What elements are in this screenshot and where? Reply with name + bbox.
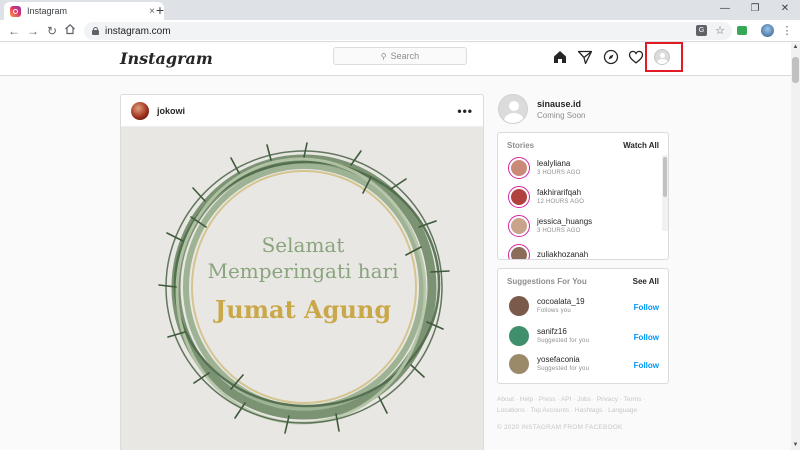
follow-button[interactable]: Follow — [634, 333, 659, 342]
post-text-line3: Jumat Agung — [214, 295, 392, 324]
suggestions-title: Suggestions For You — [507, 277, 587, 286]
current-user-status: Coming Soon — [537, 111, 586, 120]
scroll-down-icon[interactable]: ▼ — [791, 441, 800, 450]
story-avatar — [508, 215, 530, 237]
search-placeholder: Search — [390, 51, 420, 61]
more-options-icon[interactable]: ••• — [457, 104, 473, 118]
activity-heart-icon[interactable] — [628, 49, 644, 65]
story-time: 3 HOURS AGO — [537, 169, 581, 176]
reload-icon[interactable]: ↻ — [44, 23, 60, 39]
suggestion-username[interactable]: sanifz16 — [537, 327, 589, 337]
browser-tab[interactable]: Instagram × — [4, 2, 164, 20]
story-avatar — [508, 186, 530, 208]
browser-profile-icon[interactable] — [761, 24, 774, 37]
suggestion-avatar[interactable] — [508, 295, 530, 317]
story-time: 3 HOURS AGO — [537, 227, 581, 234]
scroll-thumb[interactable] — [792, 57, 799, 83]
story-item[interactable]: fakhirarifqah 12 HOURS AGO — [508, 186, 584, 208]
close-window-button[interactable]: ✕ — [770, 0, 800, 20]
maximize-button[interactable]: ❐ — [740, 0, 770, 20]
instagram-favicon-icon — [10, 5, 21, 17]
watch-all-link[interactable]: Watch All — [623, 141, 659, 150]
suggestion-username[interactable]: cocoalata_19 — [537, 297, 585, 307]
suggestion-reason: Suggested for you — [537, 337, 590, 344]
stories-scrollbar[interactable] — [662, 155, 668, 231]
suggestion-item: yosefaconia Suggested for you — [508, 353, 589, 375]
post-text-line1: Selamat — [261, 233, 345, 257]
direct-message-icon[interactable] — [577, 49, 593, 65]
extension-icon[interactable] — [737, 26, 747, 35]
explore-icon[interactable] — [603, 49, 619, 65]
bookmark-star-icon[interactable]: ☆ — [712, 23, 728, 39]
story-username: zuliakhozanah — [537, 250, 589, 259]
suggestion-username[interactable]: yosefaconia — [537, 355, 589, 365]
suggestions-card: Suggestions For You See All cocoalata_19… — [497, 268, 669, 384]
suggestion-avatar[interactable] — [508, 353, 530, 375]
browser-tab-bar: Instagram × + — ❐ ✕ — [0, 0, 800, 20]
scroll-up-icon[interactable]: ▲ — [791, 43, 800, 52]
minimize-button[interactable]: — — [710, 0, 740, 20]
story-avatar — [508, 244, 530, 259]
search-input[interactable]: ⚲ Search — [333, 47, 467, 65]
lock-icon — [92, 27, 99, 35]
profile-avatar-icon[interactable] — [654, 49, 670, 65]
forward-arrow-icon[interactable]: → — [25, 23, 41, 39]
translate-icon[interactable]: G — [696, 25, 707, 36]
address-bar[interactable]: instagram.com — [84, 22, 732, 40]
story-username: lealyliana — [537, 158, 571, 168]
story-username: fakhirarifqah — [537, 187, 582, 197]
thorn-crown-illustration — [158, 142, 450, 434]
footer-copyright: © 2020 INSTAGRAM FROM FACEBOOK — [497, 424, 623, 431]
follow-button[interactable]: Follow — [634, 303, 659, 312]
footer-links[interactable]: About · Help · Press · API · Jobs · Priv… — [497, 394, 669, 416]
suggestion-item: cocoalata_19 Follows you — [508, 295, 585, 317]
stories-title: Stories — [507, 141, 535, 150]
browser-menu-icon[interactable]: ⋮ — [779, 23, 795, 39]
home-icon[interactable] — [552, 49, 568, 65]
story-item[interactable]: lealyliana 3 HOURS AGO — [508, 157, 581, 179]
story-username: jessica_huangs — [537, 216, 593, 226]
story-avatar — [508, 157, 530, 179]
suggestion-item: sanifz16 Suggested for you — [508, 325, 589, 347]
new-tab-button[interactable]: + — [152, 2, 168, 18]
post-avatar[interactable] — [131, 101, 149, 120]
story-time: 12 HOURS AGO — [537, 198, 585, 205]
suggestion-reason: Follows you — [537, 307, 571, 314]
home-icon[interactable] — [62, 23, 78, 39]
suggestion-avatar[interactable] — [508, 325, 530, 347]
post-header: jokowi ••• — [121, 95, 483, 127]
url-text: instagram.com — [105, 25, 171, 37]
suggestion-reason: Suggested for you — [537, 365, 590, 372]
instagram-logo[interactable]: Instagram — [120, 49, 213, 68]
post-username[interactable]: jokowi — [157, 106, 457, 116]
follow-button[interactable]: Follow — [634, 361, 659, 370]
stories-card: Stories Watch All lealyliana 3 HOURS AGO … — [497, 132, 669, 260]
story-item[interactable]: zuliakhozanah — [508, 244, 589, 259]
post-image[interactable]: Selamat Memperingati hari Jumat Agung — [121, 127, 483, 450]
tab-title: Instagram — [27, 6, 68, 16]
back-arrow-icon[interactable]: ← — [6, 23, 22, 39]
feed-post: jokowi ••• Selamat Memperingati hari Jum… — [120, 94, 484, 450]
current-username[interactable]: sinause.id — [537, 99, 581, 109]
stories-scroll-thumb[interactable] — [663, 157, 667, 197]
post-text-line2: Memperingati hari — [207, 259, 399, 283]
story-item[interactable]: jessica_huangs 3 HOURS AGO — [508, 215, 592, 237]
see-all-link[interactable]: See All — [633, 277, 659, 286]
search-icon: ⚲ — [380, 51, 387, 61]
browser-toolbar: ← → ↻ instagram.com G ☆ ⋮ — [0, 20, 800, 42]
page-scrollbar[interactable]: ▲ ▼ — [791, 43, 800, 450]
current-user-avatar[interactable] — [498, 94, 528, 124]
